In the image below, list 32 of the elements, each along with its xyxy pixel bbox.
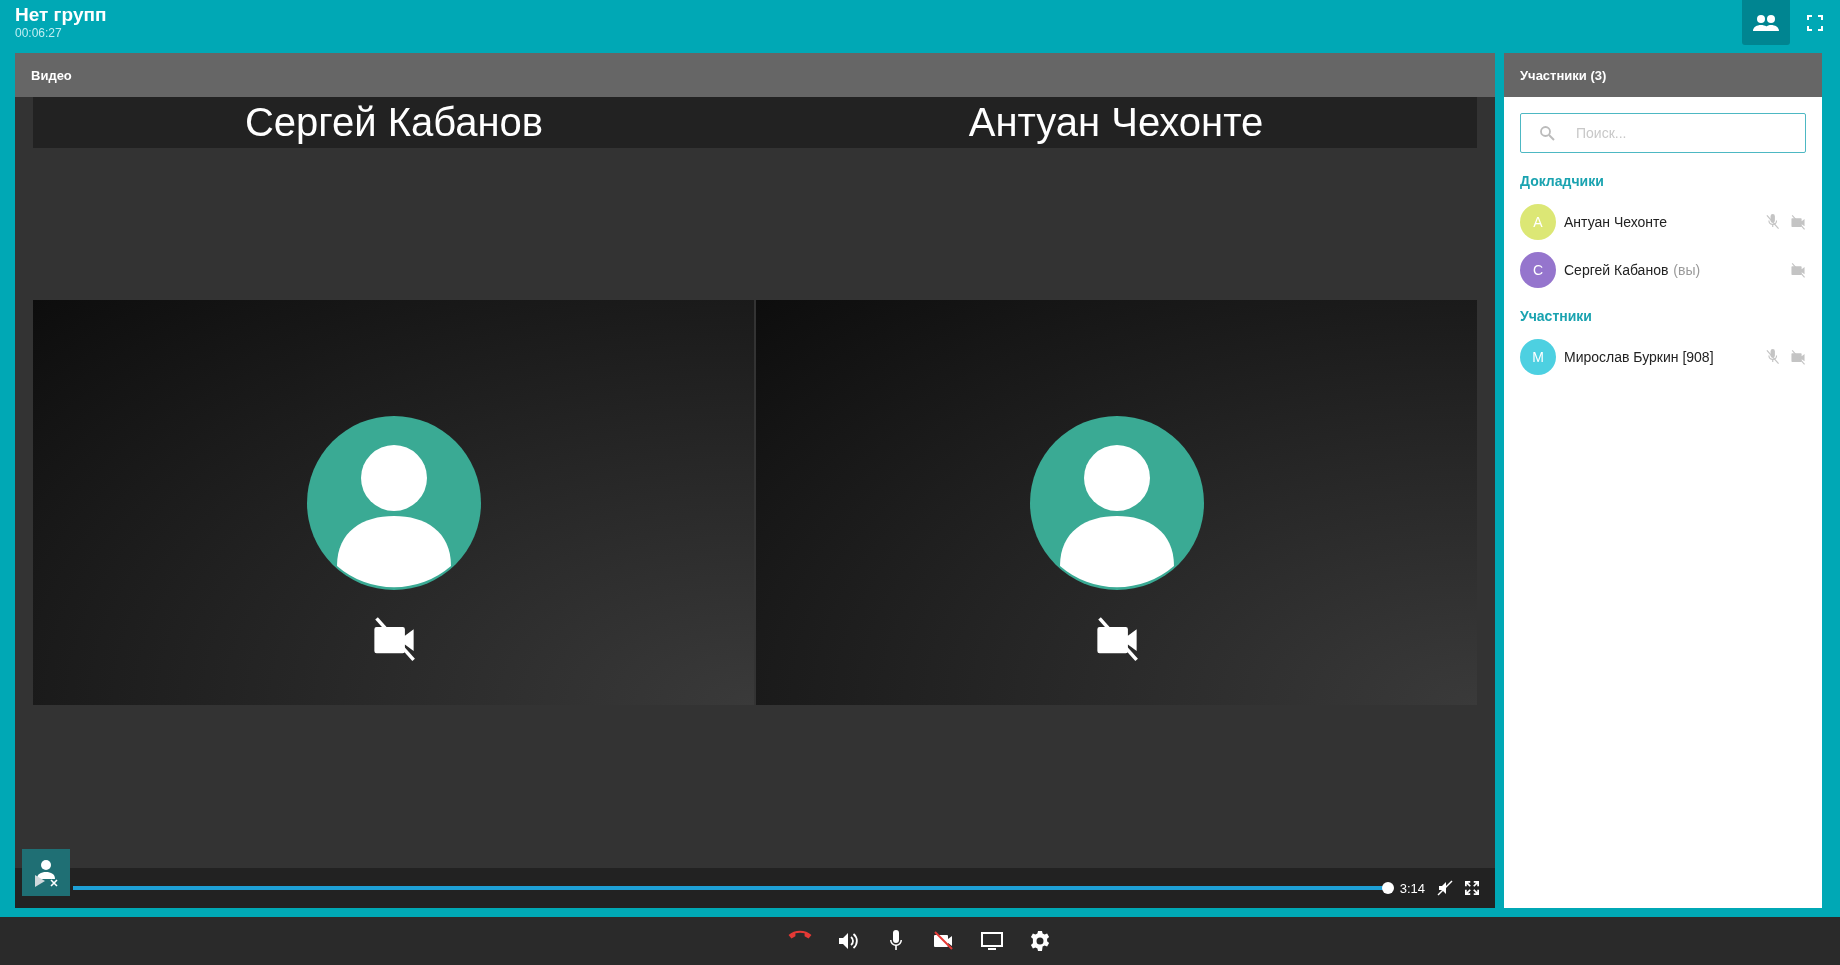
monitor-icon xyxy=(980,929,1004,953)
avatar: А xyxy=(1520,203,1556,240)
fullscreen-icon xyxy=(1465,881,1479,895)
progress-slider[interactable] xyxy=(73,882,1394,894)
presenter-button[interactable] xyxy=(22,849,70,896)
panel-title: Видео xyxy=(31,67,72,83)
you-label: (вы) xyxy=(1673,261,1701,278)
slider-thumb[interactable] xyxy=(1381,882,1394,894)
participants-button[interactable] xyxy=(1742,0,1790,45)
people-icon xyxy=(1753,13,1779,32)
mute-icon xyxy=(1437,880,1453,896)
monitor-button[interactable] xyxy=(980,929,1004,953)
settings-button[interactable] xyxy=(1028,929,1052,953)
participant-name[interactable]: Сергей Кабанов xyxy=(1564,261,1669,278)
playback-time: 3:14 xyxy=(1399,880,1425,896)
participant-name[interactable]: Мирослав Буркин [908] xyxy=(1564,348,1714,365)
group-title: Участники xyxy=(1520,308,1593,324)
avatar: М xyxy=(1520,338,1556,375)
panel-title: Участники (3) xyxy=(1520,67,1607,83)
participant-name[interactable]: Антуан Чехонте xyxy=(1564,213,1668,230)
participant-name: Антуан Чехонте xyxy=(967,99,1265,146)
fullscreen-icon xyxy=(1807,14,1823,31)
settings-icon xyxy=(1028,929,1052,953)
avatar-icon xyxy=(306,416,481,590)
avatar: С xyxy=(1520,251,1556,288)
participant-name: Сергей Кабанов xyxy=(243,99,545,146)
hangup-icon xyxy=(788,929,812,940)
call-timer: 00:06:27 xyxy=(15,26,63,40)
conference-title: Нет групп xyxy=(15,4,107,26)
group-title: Докладчики xyxy=(1520,173,1605,189)
presenter-icon xyxy=(33,858,59,887)
avatar-icon xyxy=(1029,416,1204,590)
